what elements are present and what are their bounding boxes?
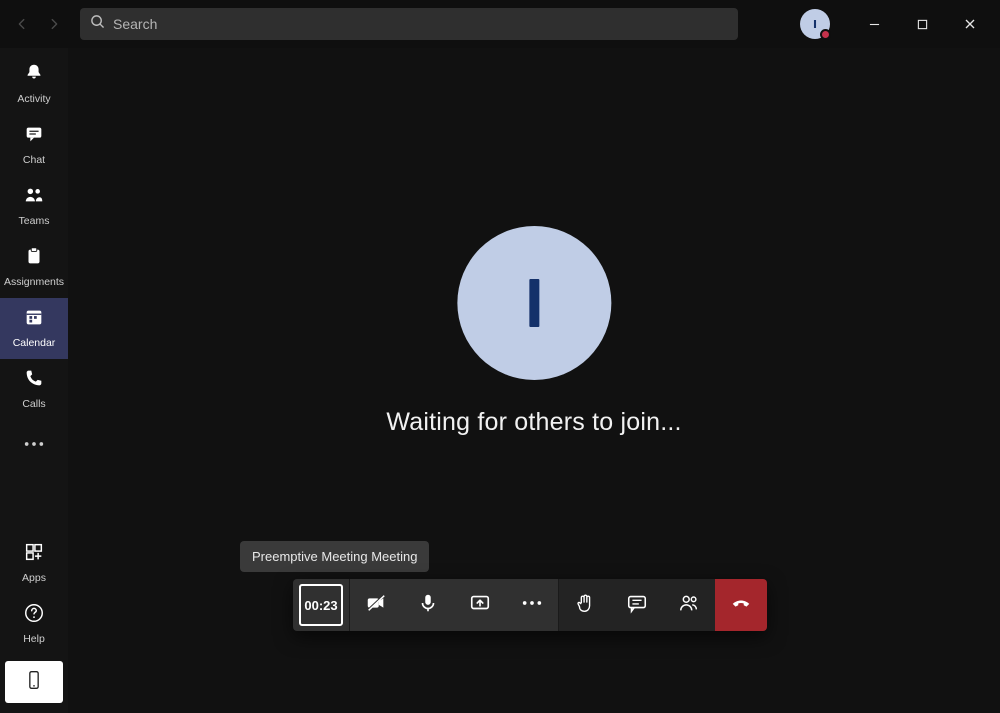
app-rail: Activity Chat Teams Assignments Calendar bbox=[0, 48, 68, 713]
mic-icon bbox=[417, 592, 439, 619]
people-icon bbox=[678, 592, 700, 619]
rail-assignments-label: Assignments bbox=[4, 276, 64, 288]
nav-forward-button[interactable] bbox=[40, 10, 68, 38]
show-conversation-button[interactable] bbox=[611, 579, 663, 631]
meeting-title-tooltip: Preemptive Meeting Meeting bbox=[240, 541, 429, 572]
hang-up-button[interactable] bbox=[715, 579, 767, 631]
bell-icon bbox=[23, 62, 45, 89]
rail-teams[interactable]: Teams bbox=[0, 176, 68, 237]
help-icon bbox=[23, 602, 45, 629]
calendar-icon bbox=[23, 306, 45, 333]
nav-back-button[interactable] bbox=[8, 10, 36, 38]
call-controls: 00:23 bbox=[293, 579, 767, 631]
rail-apps[interactable]: Apps bbox=[0, 533, 68, 594]
window-maximize-button[interactable] bbox=[900, 8, 944, 40]
chat-icon bbox=[23, 123, 45, 150]
window-close-button[interactable] bbox=[948, 8, 992, 40]
rail-calls[interactable]: Calls bbox=[0, 359, 68, 420]
presence-badge bbox=[820, 29, 831, 40]
get-mobile-app-button[interactable] bbox=[5, 661, 63, 703]
raise-hand-button[interactable] bbox=[559, 579, 611, 631]
share-screen-button[interactable] bbox=[454, 579, 506, 631]
phone-icon bbox=[23, 367, 45, 394]
search-box[interactable] bbox=[80, 8, 738, 40]
call-timer-value: 00:23 bbox=[299, 584, 343, 626]
mobile-icon bbox=[24, 667, 44, 698]
profile-avatar[interactable] bbox=[800, 9, 830, 39]
hang-up-icon bbox=[730, 592, 752, 619]
search-icon bbox=[90, 14, 105, 34]
waiting-block: Waiting for others to join... bbox=[386, 226, 681, 437]
rail-activity[interactable]: Activity bbox=[0, 54, 68, 115]
more-icon bbox=[521, 592, 543, 619]
rail-calendar[interactable]: Calendar bbox=[0, 298, 68, 359]
assignments-icon bbox=[23, 245, 45, 272]
share-icon bbox=[469, 592, 491, 619]
toggle-mic-button[interactable] bbox=[402, 579, 454, 631]
rail-chat-label: Chat bbox=[23, 154, 45, 166]
window-minimize-button[interactable] bbox=[852, 8, 896, 40]
title-bar bbox=[0, 0, 1000, 48]
call-timer[interactable]: 00:23 bbox=[293, 579, 349, 631]
rail-teams-label: Teams bbox=[19, 215, 50, 227]
more-actions-button[interactable] bbox=[506, 579, 558, 631]
rail-help-label: Help bbox=[23, 633, 45, 645]
apps-icon bbox=[23, 541, 45, 568]
show-participants-button[interactable] bbox=[663, 579, 715, 631]
rail-help[interactable]: Help bbox=[0, 594, 68, 655]
toggle-camera-button[interactable] bbox=[350, 579, 402, 631]
rail-chat[interactable]: Chat bbox=[0, 115, 68, 176]
hand-icon bbox=[574, 592, 596, 619]
rail-assignments[interactable]: Assignments bbox=[0, 237, 68, 298]
self-avatar bbox=[457, 226, 611, 380]
rail-more-button[interactable] bbox=[0, 424, 68, 464]
teams-icon bbox=[23, 184, 45, 211]
rail-activity-label: Activity bbox=[17, 93, 50, 105]
conversation-icon bbox=[626, 592, 648, 619]
rail-calendar-label: Calendar bbox=[13, 337, 56, 349]
search-input[interactable] bbox=[113, 16, 728, 32]
more-icon bbox=[23, 435, 45, 453]
waiting-text: Waiting for others to join... bbox=[386, 408, 681, 437]
rail-apps-label: Apps bbox=[22, 572, 46, 584]
camera-off-icon bbox=[365, 592, 387, 619]
meeting-stage: Waiting for others to join... Preemptive… bbox=[68, 48, 1000, 713]
rail-calls-label: Calls bbox=[22, 398, 45, 410]
